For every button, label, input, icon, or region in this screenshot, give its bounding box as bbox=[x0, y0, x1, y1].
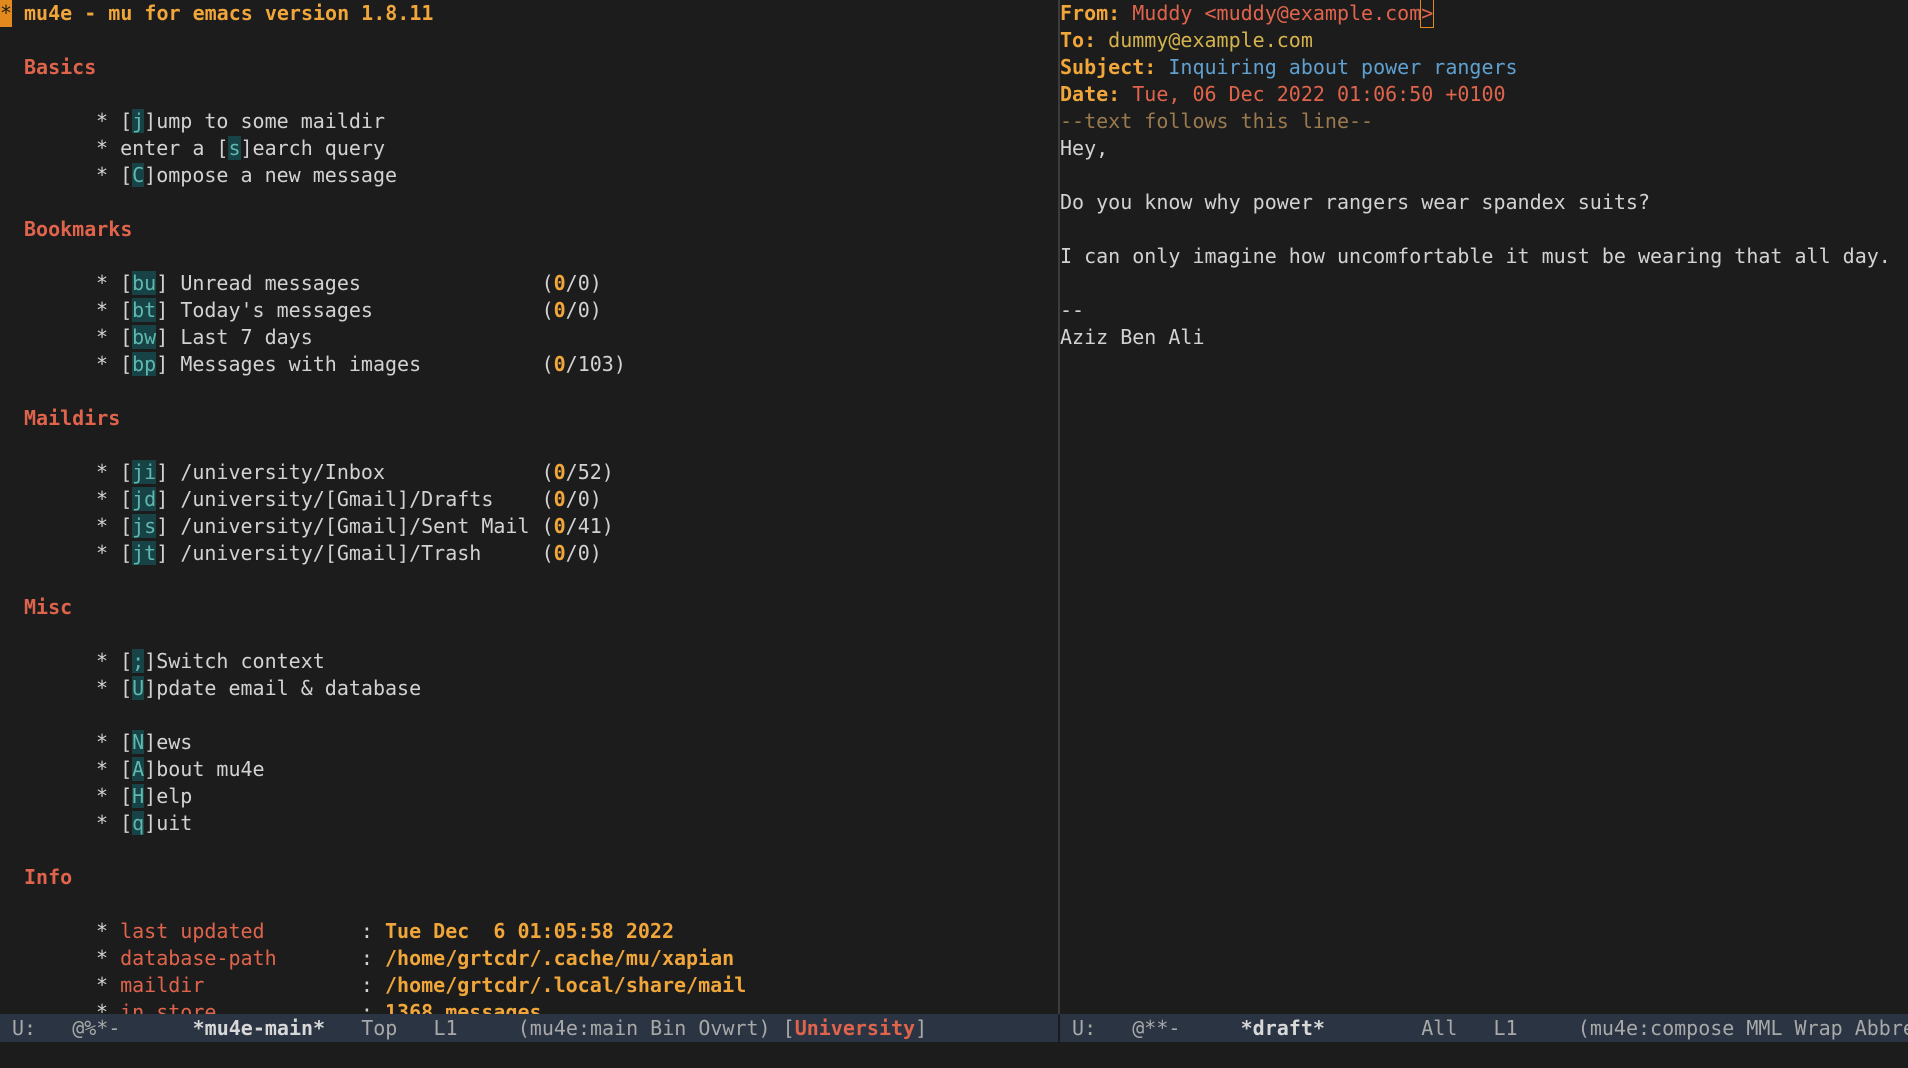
total-count: /0) bbox=[565, 487, 602, 511]
shortcut-key[interactable]: C bbox=[132, 163, 145, 187]
unread-count: 0 bbox=[553, 514, 566, 538]
body-line[interactable]: I can only imagine how uncomfortable it … bbox=[1060, 243, 1891, 270]
unread-count: 0 bbox=[553, 298, 566, 322]
maildirs-item[interactable]: * [ji] /university/Inbox (0/52) bbox=[96, 459, 614, 486]
info-item: * maildir : /home/grtcdr/.local/share/ma… bbox=[96, 973, 747, 997]
date-header[interactable]: Date: Tue, 06 Dec 2022 01:06:50 +0100 bbox=[1060, 81, 1506, 108]
bookmarks-heading: Bookmarks bbox=[24, 217, 133, 241]
misc-item[interactable]: * [q]uit bbox=[96, 810, 192, 837]
shortcut-key[interactable]: bt bbox=[132, 298, 157, 322]
shortcut-key[interactable]: q bbox=[132, 811, 145, 835]
maildirs-item[interactable]: * [jt] /university/[Gmail]/Trash (0/0) bbox=[96, 540, 602, 567]
bookmarks-label: Messages with images bbox=[180, 352, 530, 376]
compose-draft-pane[interactable]: From: Muddy <muddy@example.com> To: dumm… bbox=[1060, 0, 1908, 1014]
misc-item[interactable]: * [H]elp bbox=[96, 783, 192, 810]
shortcut-key[interactable]: N bbox=[132, 730, 145, 754]
info-key: in store bbox=[120, 1000, 361, 1014]
shortcut-key[interactable]: jt bbox=[132, 541, 157, 565]
unread-count: 0 bbox=[553, 352, 566, 376]
unread-count: 0 bbox=[553, 487, 566, 511]
subject-value[interactable]: Inquiring about power rangers bbox=[1168, 55, 1517, 79]
info-item: * last updated : Tue Dec 6 01:05:58 2022 bbox=[96, 919, 674, 943]
shortcut-key[interactable]: bu bbox=[132, 271, 157, 295]
info-value: 1368 messages bbox=[385, 1000, 542, 1014]
shortcut-key[interactable]: s bbox=[228, 136, 241, 160]
misc-heading: Misc bbox=[24, 595, 73, 619]
bookmarks-label: Last 7 days bbox=[180, 325, 313, 349]
maildirs-label: /university/Inbox bbox=[180, 460, 530, 484]
to-header[interactable]: To: dummy@example.com bbox=[1060, 27, 1313, 54]
bookmarks-label: Today's messages bbox=[180, 298, 530, 322]
total-count: /103) bbox=[565, 352, 626, 376]
shortcut-key[interactable]: bw bbox=[132, 325, 157, 349]
info-key: maildir bbox=[120, 973, 361, 997]
modeline-main: U: @%*- *mu4e-main* Top L1 (mu4e:main Bi… bbox=[0, 1014, 1058, 1042]
shortcut-key[interactable]: j bbox=[132, 109, 145, 133]
shortcut-key[interactable]: ; bbox=[132, 649, 145, 673]
unread-count: 0 bbox=[553, 541, 566, 565]
info-item: * database-path : /home/grtcdr/.cache/mu… bbox=[96, 946, 735, 970]
from-value[interactable]: Muddy <muddy@example.com bbox=[1132, 1, 1421, 25]
basics-item[interactable]: * [j]ump to some maildir bbox=[96, 108, 385, 135]
shortcut-key[interactable]: jd bbox=[132, 487, 157, 511]
unread-count: 0 bbox=[553, 460, 566, 484]
maildirs-item[interactable]: * [js] /university/[Gmail]/Sent Mail (0/… bbox=[96, 513, 614, 540]
body-line[interactable]: Hey, bbox=[1060, 135, 1108, 162]
maildirs-label: /university/[Gmail]/Drafts bbox=[180, 487, 530, 511]
info-item: * in store : 1368 messages bbox=[96, 999, 542, 1014]
bookmarks-label: Unread messages bbox=[180, 271, 530, 295]
total-count: /52) bbox=[565, 460, 614, 484]
maildirs-label: /university/[Gmail]/Sent Mail bbox=[180, 514, 530, 538]
shortcut-key[interactable]: U bbox=[132, 676, 145, 700]
misc-item[interactable]: * [;]Switch context bbox=[96, 648, 325, 675]
buffer-name[interactable]: *mu4e-main* bbox=[193, 1016, 325, 1040]
shortcut-key[interactable]: H bbox=[132, 784, 145, 808]
info-key: last updated bbox=[120, 919, 361, 943]
bookmarks-item[interactable]: * [bu] Unread messages (0/0) bbox=[96, 270, 602, 297]
misc-item[interactable]: * [U]pdate email & database bbox=[96, 675, 421, 702]
info-heading: Info bbox=[24, 865, 73, 889]
info-value: Tue Dec 6 01:05:58 2022 bbox=[385, 919, 674, 943]
basics-item[interactable]: * [C]ompose a new message bbox=[96, 162, 397, 189]
shortcut-key[interactable]: ji bbox=[132, 460, 157, 484]
body-line[interactable]: Do you know why power rangers wear spand… bbox=[1060, 189, 1650, 216]
context-name[interactable]: University bbox=[795, 1016, 915, 1040]
bookmarks-item[interactable]: * [bt] Today's messages (0/0) bbox=[96, 297, 602, 324]
total-count: /41) bbox=[565, 514, 614, 538]
body-separator: --text follows this line-- bbox=[1060, 109, 1374, 133]
mu4e-main-pane[interactable]: * mu4e - mu for emacs version 1.8.11 Basi… bbox=[0, 0, 1058, 1014]
buffer-name[interactable]: *draft* bbox=[1241, 1016, 1325, 1040]
shortcut-key[interactable]: A bbox=[132, 757, 145, 781]
unread-count: 0 bbox=[553, 271, 566, 295]
basics-item[interactable]: * enter a [s]earch query bbox=[96, 135, 385, 162]
info-value: /home/grtcdr/.cache/mu/xapian bbox=[385, 946, 735, 970]
bookmarks-item[interactable]: * [bw] Last 7 days bbox=[96, 324, 313, 351]
maildirs-heading: Maildirs bbox=[24, 406, 121, 430]
cursor: > bbox=[1420, 0, 1435, 28]
from-header[interactable]: From: Muddy <muddy@example.com> bbox=[1060, 0, 1435, 28]
modeline-draft: U: @**- *draft* All L1 (mu4e:compose MML… bbox=[1060, 1014, 1908, 1042]
minibuffer[interactable] bbox=[0, 1042, 1908, 1068]
basics-heading: Basics bbox=[24, 55, 97, 79]
cursor: * bbox=[0, 0, 13, 27]
app-title: mu4e - mu for emacs version 1.8.11 bbox=[24, 1, 434, 25]
maildirs-label: /university/[Gmail]/Trash bbox=[180, 541, 530, 565]
title-line: * mu4e - mu for emacs version 1.8.11 bbox=[0, 0, 433, 27]
total-count: /0) bbox=[565, 298, 602, 322]
info-value: /home/grtcdr/.local/share/mail bbox=[385, 973, 747, 997]
total-count: /0) bbox=[565, 271, 602, 295]
bookmarks-item[interactable]: * [bp] Messages with images (0/103) bbox=[96, 351, 626, 378]
date-value[interactable]: Tue, 06 Dec 2022 01:06:50 +0100 bbox=[1132, 82, 1505, 106]
subject-header[interactable]: Subject: Inquiring about power rangers bbox=[1060, 54, 1518, 81]
body-line[interactable]: -- bbox=[1060, 297, 1084, 324]
misc-item[interactable]: * [N]ews bbox=[96, 729, 192, 756]
to-value[interactable]: dummy@example.com bbox=[1108, 28, 1313, 52]
maildirs-item[interactable]: * [jd] /university/[Gmail]/Drafts (0/0) bbox=[96, 486, 602, 513]
info-key: database-path bbox=[120, 946, 361, 970]
body-line[interactable]: Aziz Ben Ali bbox=[1060, 324, 1205, 351]
total-count: /0) bbox=[565, 541, 602, 565]
misc-item[interactable]: * [A]bout mu4e bbox=[96, 756, 265, 783]
shortcut-key[interactable]: js bbox=[132, 514, 157, 538]
shortcut-key[interactable]: bp bbox=[132, 352, 157, 376]
